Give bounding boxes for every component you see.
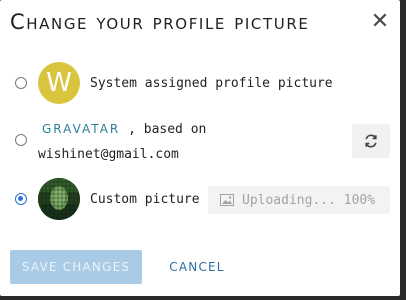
radio-gravatar[interactable] xyxy=(15,134,27,146)
cancel-button[interactable]: CANCEL xyxy=(162,250,232,284)
refresh-icon xyxy=(365,134,377,148)
close-icon[interactable]: ✕ xyxy=(370,11,390,33)
radio-custom[interactable] xyxy=(15,193,27,205)
avatar-system: W xyxy=(38,62,80,104)
avatar-custom xyxy=(38,178,80,220)
dialog-title: Change your profile picture xyxy=(10,10,310,34)
gravatar-link[interactable]: GRAVATAR xyxy=(42,122,120,136)
custom-avatar-image xyxy=(38,178,80,220)
save-changes-button[interactable]: SAVE CHANGES xyxy=(10,250,142,284)
radio-system[interactable] xyxy=(15,77,27,89)
system-option-label: System assigned profile picture xyxy=(90,76,333,91)
upload-status-box: Uploading... 100% xyxy=(208,186,390,214)
gravatar-email: wishinet@gmail.com xyxy=(38,147,179,162)
image-icon xyxy=(220,194,234,206)
gravatar-suffix: , based on xyxy=(128,122,207,137)
profile-picture-dialog: Change your profile picture ✕ W System a… xyxy=(0,0,400,296)
upload-status-text: Uploading... 100% xyxy=(242,192,376,208)
custom-option-label: Custom picture xyxy=(90,192,200,207)
avatar-letter: W xyxy=(46,68,72,98)
refresh-button[interactable] xyxy=(352,124,390,158)
gravatar-option-label: GRAVATAR , based on xyxy=(42,122,206,137)
